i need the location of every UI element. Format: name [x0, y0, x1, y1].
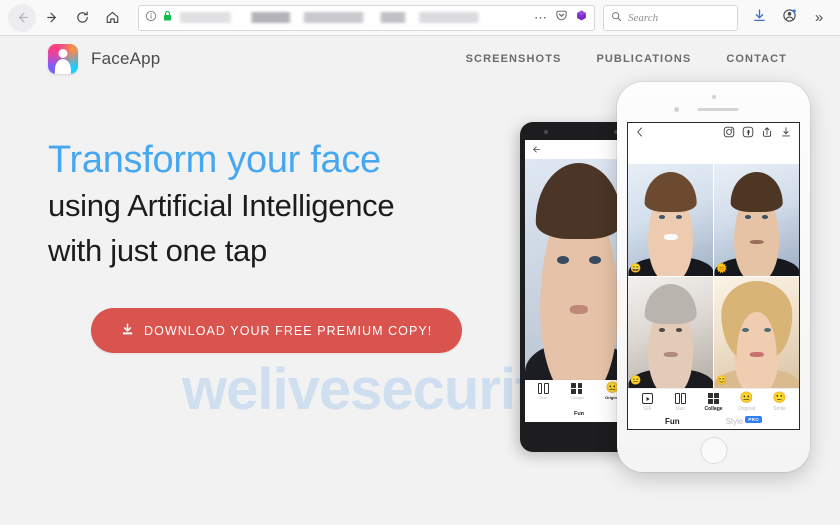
iphone-tool-collage[interactable]: Collage [697, 393, 730, 412]
ellipsis-icon[interactable]: ⋯ [534, 11, 548, 24]
account-avatar-icon [782, 8, 797, 28]
address-bar[interactable]: ⋯ [138, 4, 595, 31]
face-badge-emoji: 😐 [630, 375, 642, 385]
android-tool-collage[interactable]: Collage [570, 383, 584, 400]
iphone-tool-smile[interactable]: 🙂 Smile [763, 392, 796, 413]
download-premium-button[interactable]: DOWNLOAD YOUR FREE PREMIUM COPY! [91, 308, 463, 353]
chevron-left-icon[interactable] [635, 125, 645, 143]
hero-copy: Transform your face using Artificial Int… [48, 138, 395, 272]
android-tool-collage-label: Collage [570, 395, 584, 400]
padlock-icon[interactable] [162, 9, 173, 27]
pro-badge: PRO [745, 416, 763, 423]
front-camera-icon [711, 95, 716, 99]
arrow-left-icon[interactable] [532, 141, 541, 159]
earpiece-speaker [697, 108, 739, 111]
collage-icon [708, 393, 719, 404]
iphone-screen: 😀 🌞 😐 😊 GIF Duo Collage 😐 Original 🙂 Smi… [627, 122, 800, 430]
search-icon [611, 9, 622, 27]
faceapp-logo-icon [48, 44, 78, 74]
duo-icon [675, 393, 686, 404]
phone-mockups: Duo Collage 😐 Original Fun 😀 🌞 😐 😊 GIF D… [510, 82, 840, 525]
browser-reload-button[interactable] [68, 4, 96, 32]
chevron-double-right-icon: » [814, 9, 824, 26]
face-young-smiling[interactable]: 😀 [628, 164, 713, 276]
browser-forward-button[interactable] [38, 4, 66, 32]
iphone-tool-duo[interactable]: Duo [664, 393, 697, 412]
site-header: FaceApp SCREENSHOTS PUBLICATIONS CONTACT [0, 36, 840, 82]
hero-subline-2: with just one tap [48, 233, 267, 269]
face-old[interactable]: 😐 [628, 276, 713, 388]
reload-icon [75, 10, 90, 25]
brand-name: FaceApp [91, 49, 161, 68]
browser-toolbar: ⋯ Search » [0, 0, 840, 36]
face-neutral-beard[interactable]: 🌞 [714, 164, 799, 276]
android-tool-duo-label: Duo [539, 395, 547, 400]
iphone-app-topbar [628, 123, 799, 145]
download-arrow-icon [752, 8, 767, 28]
share-upload-icon[interactable] [761, 125, 773, 143]
gif-play-icon [642, 393, 653, 404]
home-button[interactable] [700, 437, 727, 464]
face-collage-grid: 😀 🌞 😐 😊 [628, 164, 799, 388]
hero-section: welivesecurity Transform your face using… [0, 82, 840, 525]
iphone-tool-original-label: Original [737, 406, 756, 412]
search-bar[interactable]: Search [603, 4, 738, 31]
downloads-button[interactable] [746, 5, 772, 31]
iphone-tab-style-label: Style [725, 417, 744, 426]
duo-icon [537, 383, 549, 394]
site-nav: SCREENSHOTS PUBLICATIONS CONTACT [466, 53, 787, 65]
iphone-tool-strip: GIF Duo Collage 😐 Original 🙂 Smile [628, 393, 799, 412]
collage-icon [571, 383, 583, 394]
page-title: Transform your face [48, 139, 381, 181]
iphone-tab-style[interactable]: Style PRO [725, 416, 763, 426]
home-icon [105, 10, 120, 25]
iphone-tool-original[interactable]: 😐 Original [730, 392, 763, 413]
iphone-toolbar-gap [628, 145, 799, 164]
instagram-icon[interactable] [723, 125, 735, 143]
pocket-icon[interactable] [555, 9, 568, 27]
search-input[interactable]: Search [628, 12, 658, 24]
iphone-mockup: 😀 🌞 😐 😊 GIF Duo Collage 😐 Original 🙂 Smi… [617, 82, 810, 472]
watermark: welivesecurity [182, 357, 566, 422]
face-female-swap[interactable]: 😊 [714, 276, 799, 388]
arrow-right-icon [45, 10, 60, 25]
url-text[interactable] [180, 12, 529, 23]
hero-subline-1: using Artificial Intelligence [48, 188, 395, 224]
download-arrow-icon[interactable] [780, 125, 792, 143]
face-badge-emoji: 😊 [716, 375, 728, 385]
info-circle-icon[interactable] [145, 9, 157, 27]
browser-back-button[interactable] [8, 3, 36, 32]
android-tool-duo[interactable]: Duo [537, 383, 549, 400]
extension-hexagon-icon[interactable] [575, 9, 588, 27]
iphone-tool-gif[interactable]: GIF [631, 393, 664, 412]
facebook-icon[interactable] [742, 125, 754, 143]
proximity-sensor-icon [674, 107, 679, 112]
iphone-tool-gif-label: GIF [643, 406, 652, 412]
iphone-tool-smile-label: Smile [773, 406, 786, 412]
face-badge-emoji: 🌞 [716, 262, 728, 273]
toolbar-right-group: » [746, 5, 832, 31]
browser-home-button[interactable] [98, 4, 126, 32]
download-premium-label: DOWNLOAD YOUR FREE PREMIUM COPY! [144, 323, 433, 338]
smiley-smile-icon: 🙂 [772, 392, 787, 404]
android-tab-fun[interactable]: Fun [574, 411, 584, 417]
iphone-tab-strip: Fun Style PRO [628, 416, 799, 426]
overflow-menu-button[interactable]: » [806, 5, 832, 31]
iphone-tool-duo-label: Duo [675, 406, 686, 412]
account-button[interactable] [776, 5, 802, 31]
iphone-app-bottombar: GIF Duo Collage 😐 Original 🙂 Smile Fun S… [628, 388, 799, 429]
arrow-left-icon [15, 10, 30, 25]
face-badge-emoji: 😀 [630, 262, 642, 273]
download-icon [121, 323, 134, 339]
nav-screenshots[interactable]: SCREENSHOTS [466, 53, 562, 65]
nav-publications[interactable]: PUBLICATIONS [596, 53, 691, 65]
iphone-tab-fun[interactable]: Fun [665, 417, 680, 426]
brand-logo-link[interactable]: FaceApp [48, 44, 160, 74]
iphone-tool-collage-label: Collage [704, 406, 723, 412]
nav-contact[interactable]: CONTACT [726, 53, 787, 65]
smiley-neutral-icon: 😐 [739, 392, 754, 404]
